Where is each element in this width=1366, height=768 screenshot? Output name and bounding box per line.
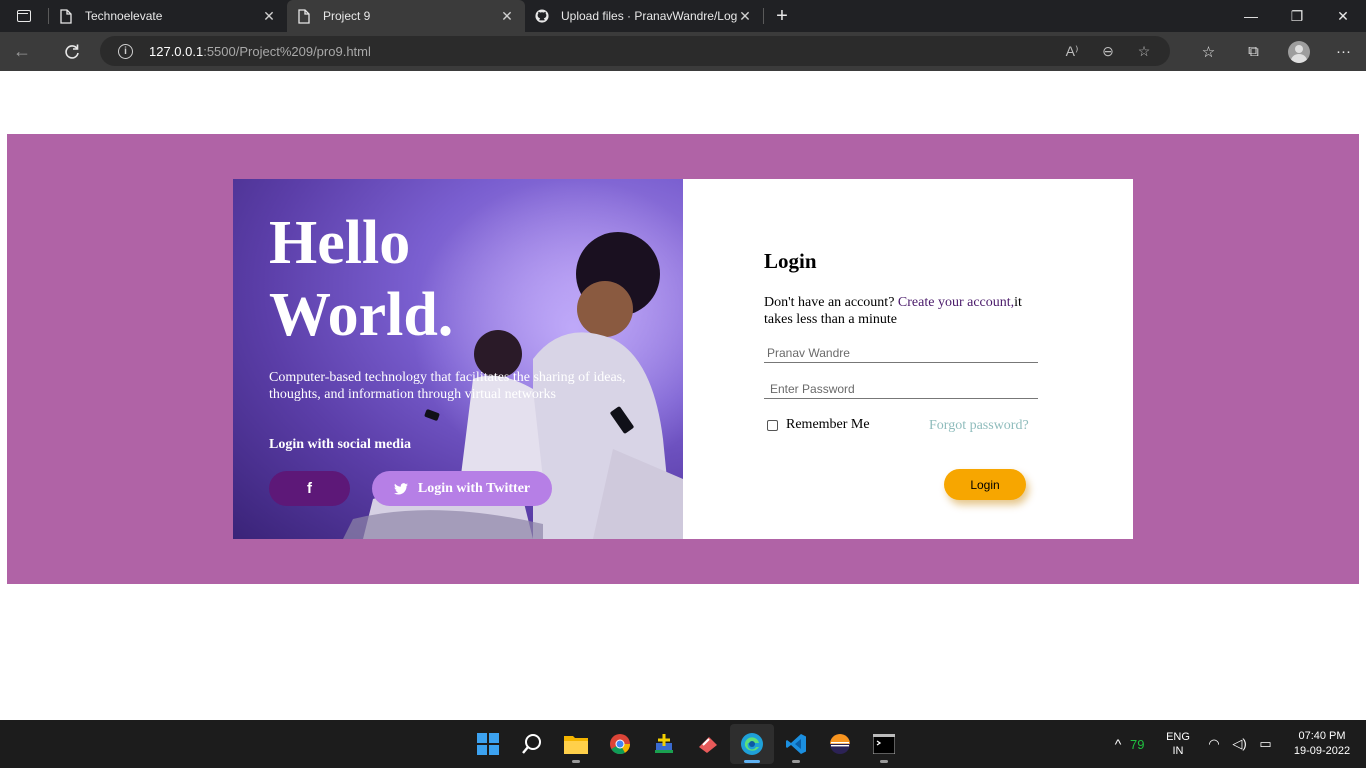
back-button[interactable]: ← <box>0 32 44 71</box>
facebook-icon: f <box>307 480 312 497</box>
login-button[interactable]: Login <box>944 469 1026 500</box>
taskbar-apps <box>466 720 906 768</box>
wifi-icon[interactable]: ◠ <box>1208 736 1219 752</box>
tab-title: Upload files · PranavWandre/Log <box>561 9 737 23</box>
info-icon[interactable]: i <box>118 43 133 59</box>
create-account-link[interactable]: Create your account, <box>898 295 1014 310</box>
tab-actions-button[interactable] <box>0 0 48 32</box>
tab-title: Technoelevate <box>85 9 163 23</box>
web-page: Hello World. Computer-based technology th… <box>0 71 1366 720</box>
tray-icons: ◠ ◁) ▭ <box>1202 736 1278 752</box>
read-aloud-icon[interactable]: A⁾ <box>1054 43 1090 60</box>
twitter-button-label: Login with Twitter <box>417 480 531 496</box>
purple-band: Hello World. Computer-based technology th… <box>7 134 1359 584</box>
language-indicator[interactable]: ENG IN <box>1154 730 1202 758</box>
favorites-icon[interactable]: ☆ <box>1186 43 1231 61</box>
zoom-out-icon[interactable]: ⊖ <box>1090 43 1126 60</box>
file-explorer-icon[interactable] <box>554 724 598 764</box>
clock-time: 07:40 PM <box>1298 730 1346 742</box>
username-input[interactable] <box>764 343 1038 363</box>
refresh-icon <box>65 44 79 59</box>
tab-title: Project 9 <box>323 9 371 23</box>
hero-panel: Hello World. Computer-based technology th… <box>233 179 683 539</box>
minimize-button[interactable]: — <box>1228 0 1274 32</box>
app-icon[interactable] <box>686 724 730 764</box>
clock-date: 19-09-2022 <box>1293 745 1351 757</box>
url-path: :5500/Project%209/pro9.html <box>203 43 371 59</box>
browser-tab-bar: Technoelevate ✕ Project 9 ✕ Upload files… <box>0 0 1366 32</box>
arrow-left-icon: ← <box>13 41 31 61</box>
chrome-icon[interactable] <box>598 724 642 764</box>
clock[interactable]: 07:40 PM 19-09-2022 <box>1278 729 1366 759</box>
hero-title-line1: Hello <box>269 209 411 277</box>
language-line1: ENG <box>1166 731 1190 743</box>
window-close-button[interactable]: ✕ <box>1320 0 1366 32</box>
eclipse-icon[interactable] <box>818 724 862 764</box>
social-login-heading: Login with social media <box>269 437 411 452</box>
remember-me-label: Remember Me <box>786 417 870 432</box>
window-controls: — ❐ ✕ <box>1228 0 1366 32</box>
temperature: 79 <box>1130 736 1145 752</box>
tab-upload-files[interactable]: Upload files · PranavWandre/Log ✕ <box>525 0 763 32</box>
plus-icon: + <box>776 4 788 27</box>
profile-button[interactable] <box>1276 40 1321 63</box>
chevron-up-icon[interactable]: ^ <box>1106 736 1130 752</box>
remember-me[interactable]: Remember Me <box>767 417 870 433</box>
tabs-icon <box>17 10 31 22</box>
hero-title-line2: World. <box>269 281 454 349</box>
add-favorite-icon[interactable]: ☆ <box>1126 43 1162 60</box>
refresh-button[interactable] <box>50 32 94 71</box>
terminal-icon[interactable] <box>862 724 906 764</box>
avatar <box>1287 40 1310 63</box>
close-icon[interactable]: ✕ <box>737 8 753 25</box>
new-tab-button[interactable]: + <box>764 0 800 32</box>
app-icon[interactable] <box>642 724 686 764</box>
language-line2: IN <box>1172 745 1184 757</box>
toolbar-right: ☆ ⧉ ··· <box>1186 32 1366 71</box>
hero-description: Computer-based technology that facilitat… <box>269 370 626 402</box>
search-icon[interactable] <box>510 724 554 764</box>
edge-icon[interactable] <box>730 724 774 764</box>
login-panel: Login Don't have an account? Create your… <box>683 179 1133 539</box>
remember-me-checkbox[interactable] <box>767 419 778 431</box>
github-icon <box>535 8 549 24</box>
close-icon[interactable]: ✕ <box>499 8 515 25</box>
facebook-login-button[interactable]: f <box>269 471 350 506</box>
battery-icon[interactable]: ▭ <box>1259 736 1271 752</box>
address-bar[interactable]: i 127.0.0.1:5500/Project%209/pro9.html A… <box>100 36 1170 66</box>
restore-button[interactable]: ❐ <box>1274 0 1320 32</box>
volume-icon[interactable]: ◁) <box>1232 736 1246 752</box>
windows-taskbar: ^ 79 ENG IN ◠ ◁) ▭ 07:40 PM 19-09-2022 <box>0 720 1366 768</box>
vscode-icon[interactable] <box>774 724 818 764</box>
hero-title: Hello World. <box>269 207 529 351</box>
login-card: Hello World. Computer-based technology th… <box>233 179 1133 539</box>
signup-prefix: Don't have an account? <box>764 295 898 310</box>
page-icon <box>297 8 311 24</box>
address-bar-actions: A⁾ ⊖ ☆ <box>1054 36 1162 66</box>
running-indicator <box>792 760 800 763</box>
more-menu-icon[interactable]: ··· <box>1321 43 1366 60</box>
tab-project-9[interactable]: Project 9 ✕ <box>287 0 525 32</box>
running-indicator <box>880 760 888 763</box>
running-indicator <box>744 760 760 763</box>
browser-toolbar: ← i 127.0.0.1:5500/Project%209/pro9.html… <box>0 32 1366 71</box>
close-icon[interactable]: ✕ <box>261 8 277 25</box>
signup-text: Don't have an account? Create your accou… <box>764 294 1054 328</box>
forgot-password-link[interactable]: Forgot password? <box>929 418 1029 434</box>
system-tray: ^ 79 ENG IN ◠ ◁) ▭ 07:40 PM 19-09-2022 <box>1106 720 1366 768</box>
password-input[interactable] <box>764 379 1038 399</box>
page-icon <box>59 8 73 24</box>
tab-technoelevate[interactable]: Technoelevate ✕ <box>49 0 287 32</box>
login-title: Login <box>764 249 817 273</box>
windows-start-icon[interactable] <box>466 724 510 764</box>
url-host: 127.0.0.1 <box>149 43 204 59</box>
twitter-login-button[interactable]: Login with Twitter <box>372 471 552 506</box>
collections-icon[interactable]: ⧉ <box>1231 43 1276 60</box>
twitter-icon <box>393 482 408 495</box>
running-indicator <box>572 760 580 763</box>
